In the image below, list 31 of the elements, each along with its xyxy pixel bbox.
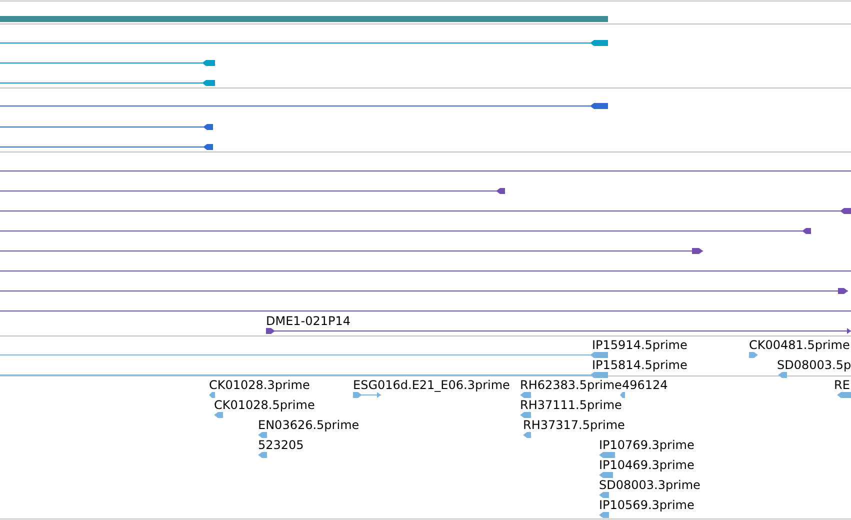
feature-label: RH37111.5prime	[520, 398, 622, 412]
feature-arrow[interactable]	[0, 208, 851, 214]
feature-label: CK01028.3prime	[209, 378, 310, 392]
feature-label: DME1-021P14	[266, 314, 351, 328]
feature-label: EN03626.5prime	[258, 418, 360, 432]
feature-arrow[interactable]	[0, 144, 214, 150]
feature-label: 496124	[622, 378, 668, 392]
feature-label: IP15914.5prime	[592, 338, 688, 352]
feature-arrow[interactable]	[0, 228, 812, 234]
feature-arrow[interactable]	[0, 60, 216, 66]
feature-arrow[interactable]	[0, 80, 216, 86]
feature-label: IP15814.5prime	[592, 358, 688, 372]
feature-label: CK00481.5prime	[749, 338, 850, 352]
feature-label: ESG016d.E21_E06.3prime	[353, 378, 510, 392]
feature-label: IP10469.3prime	[599, 458, 694, 472]
feature-label: IP10569.3prime	[599, 498, 694, 512]
feature-arrow[interactable]	[0, 124, 214, 130]
feature-label: 523205	[258, 438, 304, 452]
feature-label: RH37317.5prime	[523, 418, 625, 432]
feature-label: SD08003.3prime	[599, 478, 700, 492]
feature-label: RH62383.5prime	[520, 378, 622, 392]
feature-arrow[interactable]	[0, 248, 704, 254]
feature-arrow[interactable]	[0, 188, 506, 194]
feature-arrow[interactable]	[0, 288, 848, 294]
feature-label: SD08003.5p	[777, 358, 851, 372]
feature-label: CK01028.5prime	[214, 398, 315, 412]
feature-label: RE	[834, 378, 850, 392]
feature-arrow[interactable]	[0, 103, 608, 109]
feature-arrow[interactable]	[0, 40, 608, 46]
feature-arrow[interactable]	[266, 328, 851, 334]
feature-label: IP10769.3prime	[599, 438, 694, 452]
